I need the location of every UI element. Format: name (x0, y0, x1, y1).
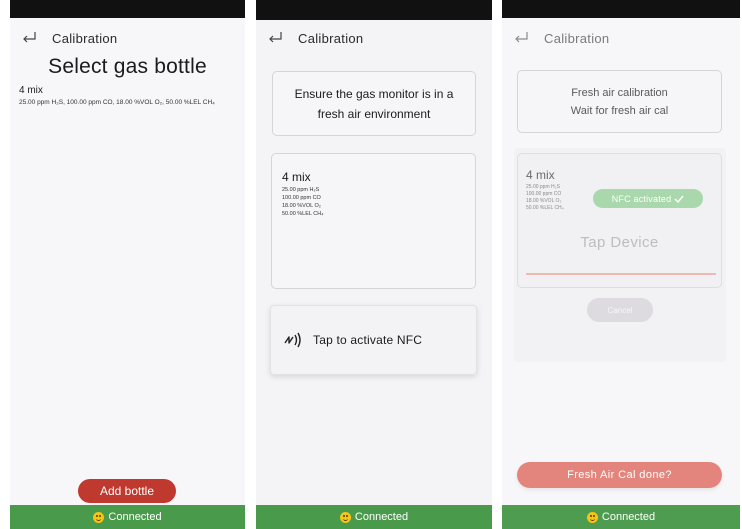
system-status-bar (256, 0, 492, 20)
instruction-card: Fresh air calibration Wait for fresh air… (517, 70, 722, 133)
screen-tap-device: Calibration Fresh air calibration Wait f… (502, 0, 740, 529)
cancel-button[interactable]: Cancel (587, 298, 653, 322)
instruction-line: Fresh air calibration (571, 86, 668, 99)
gas-bottle-name: 4 mix (282, 170, 311, 184)
connection-status-bar: Connected (502, 505, 740, 529)
gas-component: 50.00 %LEL CH₄ (282, 211, 324, 217)
smiley-icon (586, 511, 598, 523)
app-bar: Calibration (502, 18, 740, 58)
gas-component: 25.00 ppm H₂S (282, 187, 320, 193)
activate-nfc-button[interactable]: Tap to activate NFC (270, 305, 477, 375)
tap-device-dialog: 4 mix 25.00 ppm H₂S 100.00 ppm CO 18.00 … (514, 148, 726, 362)
back-arrow-icon[interactable] (264, 27, 286, 49)
gas-bottle-name: 4 mix (526, 168, 555, 182)
smiley-icon (93, 511, 105, 523)
app-bar: Calibration (256, 18, 492, 58)
smiley-icon (339, 511, 351, 523)
back-arrow-icon[interactable] (18, 27, 40, 49)
app-bar-title: Calibration (544, 30, 610, 46)
system-status-bar (10, 0, 245, 18)
fresh-air-cal-done-button[interactable]: Fresh Air Cal done? (517, 462, 722, 488)
check-icon (674, 194, 684, 204)
instruction-text: Ensure the gas monitor is in a fresh air… (294, 86, 454, 121)
app-bar-title: Calibration (52, 30, 118, 46)
gas-component: 18.00 %VOL O₂ (282, 203, 321, 209)
connection-status-bar: Connected (10, 505, 245, 529)
add-bottle-button[interactable]: Add bottle (78, 479, 176, 503)
nfc-icon (283, 331, 303, 349)
connection-status-label: Connected (601, 511, 656, 523)
gas-bottle-card: 4 mix 25.00 ppm H₂S 100.00 ppm CO 18.00 … (517, 153, 722, 288)
connection-status-bar: Connected (256, 505, 492, 529)
connection-status-label: Connected (354, 511, 409, 523)
page-title: Select gas bottle (48, 55, 207, 78)
tap-device-prompt: Tap Device (580, 234, 659, 251)
gas-component: 100.00 ppm CO (282, 195, 321, 201)
instruction-line: Wait for fresh air cal (570, 104, 669, 117)
connection-status-label: Connected (108, 511, 162, 523)
gas-bottle-name[interactable]: 4 mix (19, 85, 43, 96)
instruction-card: Ensure the gas monitor is in a fresh air… (272, 71, 476, 136)
nfc-activated-badge: NFC activated (593, 189, 703, 208)
app-bar-title: Calibration (298, 30, 364, 46)
gas-bottle-card: 4 mix 25.00 ppm H₂S 100.00 ppm CO 18.00 … (271, 153, 476, 289)
nfc-activated-label: NFC activated (611, 193, 672, 204)
app-bar: Calibration (10, 18, 245, 58)
screen-activate-nfc: Calibration Ensure the gas monitor is in… (256, 0, 492, 529)
back-arrow-icon[interactable] (510, 27, 532, 49)
screen-select-gas-bottle: Calibration Select gas bottle 4 mix 25.0… (10, 0, 245, 529)
system-status-bar (502, 0, 740, 18)
tap-progress-line (526, 273, 716, 275)
activate-nfc-label: Tap to activate NFC (313, 333, 423, 347)
gas-bottle-detail[interactable]: 25.00 ppm H₂S, 100.00 ppm CO, 18.00 %VOL… (19, 98, 239, 108)
instruction-text: Fresh air calibration Wait for fresh air… (571, 84, 668, 120)
